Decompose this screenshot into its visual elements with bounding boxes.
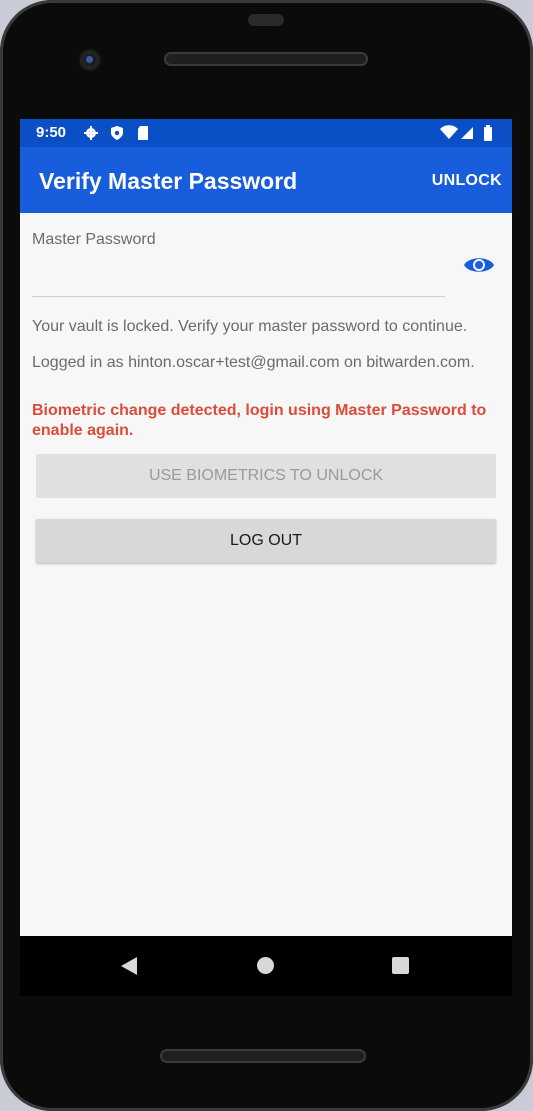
sd-card-icon (138, 126, 148, 140)
use-biometrics-button[interactable]: USE BIOMETRICS TO UNLOCK (36, 454, 496, 498)
front-camera (80, 50, 100, 70)
recents-icon[interactable] (392, 957, 409, 974)
back-icon[interactable] (120, 956, 138, 976)
biometric-error-message: Biometric change detected, login using M… (32, 402, 487, 439)
app-bar: Verify Master Password UNLOCK (20, 147, 512, 213)
home-icon[interactable] (257, 957, 274, 974)
screen: 9:50 Verify Master Password UNLOCK Maste… (20, 119, 512, 936)
phone-frame: 9:50 Verify Master Password UNLOCK Maste… (0, 0, 533, 1111)
master-password-underline (32, 296, 445, 297)
unlock-button[interactable]: UNLOCK (432, 172, 502, 190)
page-title: Verify Master Password (39, 168, 298, 194)
logged-in-message: Logged in as hinton.oscar+test@gmail.com… (32, 354, 475, 371)
log-out-button[interactable]: LOG OUT (36, 519, 496, 563)
sensor-bar (248, 14, 284, 26)
battery-icon (484, 125, 492, 141)
status-time: 9:50 (36, 124, 67, 141)
signal-icon (461, 127, 473, 139)
system-nav-bar (20, 936, 512, 996)
gear-icon (84, 126, 98, 140)
master-password-field[interactable] (32, 257, 445, 293)
status-bar: 9:50 (20, 119, 512, 147)
vault-locked-message: Your vault is locked. Verify your master… (32, 318, 468, 335)
top-speaker (164, 52, 368, 66)
eye-icon[interactable] (463, 254, 495, 276)
wifi-icon (440, 125, 458, 139)
bottom-speaker (160, 1049, 366, 1063)
shield-icon (111, 126, 123, 140)
master-password-label: Master Password (32, 231, 156, 248)
